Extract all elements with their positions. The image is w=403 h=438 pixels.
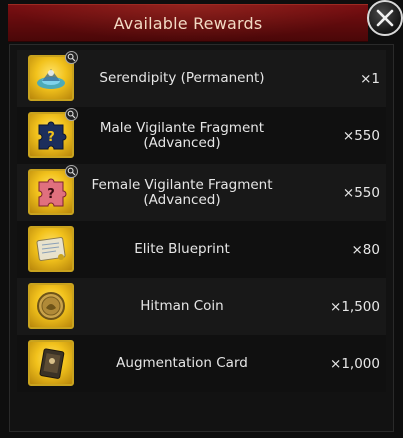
reward-icon-frame[interactable]: ? (28, 108, 78, 158)
reward-name: Augmentation Card (116, 355, 248, 371)
reward-row-female-fragment: ? Female Vigilante Fragment (Advanced) ×… (17, 164, 386, 221)
preview-magnifier-icon[interactable] (65, 108, 78, 121)
reward-icon-frame[interactable] (28, 226, 74, 272)
reward-icon-frame[interactable] (28, 340, 74, 386)
reward-icon-frame[interactable] (28, 283, 74, 329)
reward-name: Elite Blueprint (134, 241, 230, 257)
rewards-list: Serendipity (Permanent) ×1 ? Male Vigila… (17, 50, 386, 392)
reward-name: Female Vigilante Fragment (Advanced) (91, 176, 273, 208)
preview-magnifier-icon[interactable] (65, 165, 78, 178)
reward-quantity: ×550 (342, 127, 380, 144)
card-icon (39, 348, 65, 379)
title-bar: Available Rewards (8, 4, 368, 42)
preview-magnifier-icon[interactable] (65, 51, 78, 64)
reward-row-serendipity: Serendipity (Permanent) ×1 (17, 50, 386, 107)
reward-row-elite-blueprint: Elite Blueprint ×80 (17, 221, 386, 278)
close-icon (376, 9, 394, 27)
reward-icon-frame[interactable]: ? (28, 165, 78, 215)
close-button[interactable] (367, 0, 403, 36)
reward-quantity: ×1,000 (330, 355, 380, 372)
reward-row-hitman-coin: Hitman Coin ×1,500 (17, 278, 386, 335)
reward-quantity: ×550 (342, 184, 380, 201)
reward-quantity: ×80 (351, 241, 381, 258)
reward-name: Hitman Coin (140, 298, 224, 314)
female-fragment-icon: ? (38, 178, 67, 207)
serendipity-icon (37, 69, 65, 89)
reward-icon-frame[interactable] (28, 51, 78, 101)
reward-name: Male Vigilante Fragment (Advanced) (99, 119, 265, 151)
modal-title: Available Rewards (113, 14, 263, 33)
blueprint-icon (36, 237, 66, 261)
coin-icon (37, 292, 65, 320)
reward-quantity: ×1 (360, 70, 380, 87)
reward-row-augmentation-card: Augmentation Card ×1,000 (17, 335, 386, 392)
reward-name: Serendipity (Permanent) (99, 70, 265, 86)
svg-text:?: ? (47, 187, 55, 202)
reward-row-male-fragment: ? Male Vigilante Fragment (Advanced) ×55… (17, 107, 386, 164)
reward-quantity: ×1,500 (330, 298, 380, 315)
svg-text:?: ? (47, 130, 55, 145)
rewards-modal: Available Rewards Serendipity (Permanent… (0, 0, 403, 438)
male-fragment-icon: ? (38, 121, 67, 150)
